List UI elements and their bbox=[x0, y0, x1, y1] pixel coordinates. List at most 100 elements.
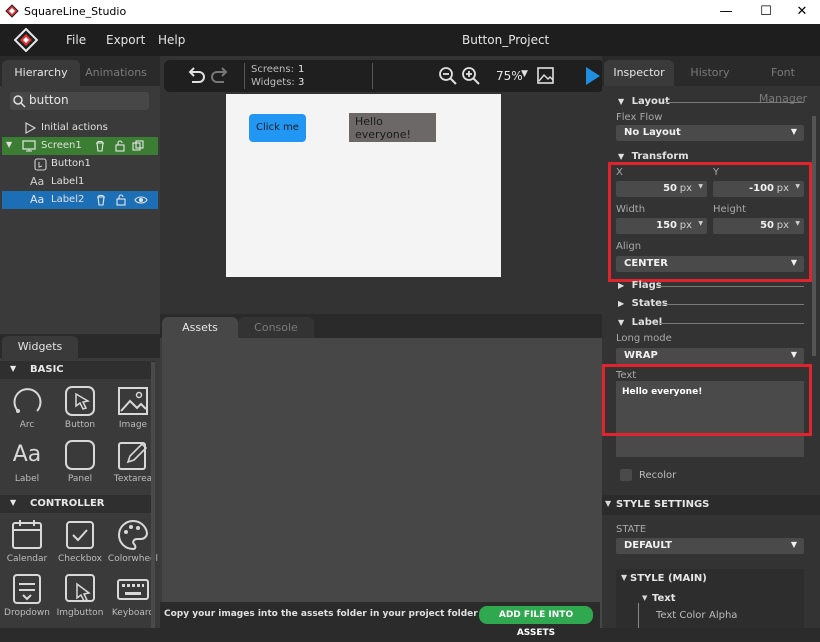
flex-flow-dropdown[interactable]: No Layout ▼ bbox=[616, 125, 804, 141]
background-image-icon[interactable] bbox=[537, 67, 554, 84]
lock-icon[interactable] bbox=[114, 140, 126, 152]
section-transform[interactable]: ▼ Transform bbox=[618, 151, 689, 162]
button-icon bbox=[65, 386, 95, 416]
zoom-out-icon[interactable] bbox=[439, 67, 457, 85]
widget-label: Calendar bbox=[6, 554, 48, 564]
widgets-label: Widgets: bbox=[251, 77, 295, 88]
section-layout[interactable]: ▼ Layout bbox=[618, 96, 804, 107]
delete-icon[interactable] bbox=[95, 194, 107, 206]
zoom-in-icon[interactable] bbox=[462, 67, 480, 85]
widget-dropdown[interactable]: Dropdown bbox=[1, 572, 53, 622]
screens-label: Screens: bbox=[251, 64, 294, 75]
screen-icon bbox=[22, 140, 36, 152]
section-title: Label bbox=[631, 317, 663, 328]
inspector-scrollbar[interactable] bbox=[812, 116, 816, 356]
tab-animations[interactable]: Animations bbox=[80, 60, 152, 86]
widget-panel[interactable]: Panel bbox=[54, 438, 106, 488]
duplicate-icon[interactable] bbox=[132, 140, 144, 152]
widget-calendar[interactable]: Calendar bbox=[1, 518, 53, 568]
section-flags[interactable]: ▶ Flags bbox=[618, 280, 804, 291]
widget-imgbutton[interactable]: Imgbutton bbox=[54, 572, 106, 622]
arc-icon bbox=[13, 388, 42, 413]
tab-history[interactable]: History bbox=[676, 60, 744, 86]
add-file-button[interactable]: ADD FILE INTO ASSETS bbox=[479, 606, 593, 638]
maximize-icon[interactable]: ☐ bbox=[746, 0, 786, 24]
tree-item-button1[interactable]: Button1 bbox=[2, 155, 158, 173]
widget-label: Label bbox=[14, 474, 40, 484]
widget-checkbox[interactable]: Checkbox bbox=[54, 518, 106, 568]
collapse-arrow-icon: ▼ bbox=[10, 498, 17, 507]
section-title: Transform bbox=[631, 151, 689, 162]
style-main-panel: ▼ STYLE (MAIN) ▼ Text Text Color Alpha bbox=[616, 569, 804, 628]
assets-list[interactable] bbox=[162, 338, 602, 628]
tab-assets[interactable]: Assets bbox=[162, 317, 238, 338]
collapse-arrow-icon: ▼ bbox=[618, 152, 625, 161]
highlight-box-text bbox=[602, 364, 812, 436]
eye-icon[interactable] bbox=[134, 194, 148, 206]
section-controller[interactable]: ▼ CONTROLLER bbox=[0, 495, 155, 513]
section-basic[interactable]: ▼ BASIC bbox=[0, 361, 155, 379]
keyboard-icon bbox=[117, 579, 149, 600]
tab-hierarchy[interactable]: Hierarchy bbox=[2, 60, 80, 86]
minimize-icon[interactable]: — bbox=[706, 0, 746, 24]
checkbox-icon bbox=[66, 521, 94, 549]
long-mode-dropdown[interactable]: WRAP ▼ bbox=[616, 348, 804, 364]
style-settings-header[interactable]: ▼ STYLE SETTINGS bbox=[602, 495, 820, 515]
widget-label: Button bbox=[64, 420, 96, 430]
window-title: SquareLine_Studio bbox=[24, 5, 127, 18]
widget-label[interactable]: Aa Label bbox=[1, 438, 53, 488]
expand-arrow-icon: ▶ bbox=[618, 281, 625, 290]
menu-help[interactable]: Help bbox=[158, 33, 185, 47]
play-icon[interactable] bbox=[585, 66, 601, 86]
tree-item-screen1[interactable]: ▼ Screen1 bbox=[2, 137, 158, 155]
menu-file[interactable]: File bbox=[66, 33, 86, 47]
widget-label: Dropdown bbox=[4, 608, 50, 618]
widget-button[interactable]: Button bbox=[54, 384, 106, 434]
inspector-tabs: Inspector History Font Manager bbox=[602, 56, 820, 105]
section-divider bbox=[664, 102, 804, 103]
delete-icon[interactable] bbox=[94, 140, 106, 152]
recolor-checkbox[interactable] bbox=[620, 469, 632, 481]
expand-arrow-icon[interactable]: ▼ bbox=[6, 140, 12, 149]
style-main-title: STYLE (MAIN) bbox=[630, 573, 707, 584]
search-icon bbox=[13, 95, 26, 108]
text-section-title: Text bbox=[652, 593, 676, 604]
toolbar-divider bbox=[372, 63, 373, 89]
squareline-logo-icon[interactable] bbox=[14, 28, 38, 52]
dropdown-icon bbox=[13, 574, 41, 604]
tab-console[interactable]: Console bbox=[238, 317, 314, 338]
state-dropdown[interactable]: DEFAULT ▼ bbox=[616, 538, 804, 554]
tab-widgets[interactable]: Widgets bbox=[2, 336, 78, 358]
button-widget-icon bbox=[34, 158, 47, 171]
assets-tabs: Assets Console bbox=[160, 314, 602, 338]
dropdown-value: WRAP bbox=[624, 350, 658, 361]
menu-export[interactable]: Export bbox=[106, 33, 145, 47]
lock-icon[interactable] bbox=[115, 194, 127, 206]
toolbar: Screens: 1 Widgets: 3 75% ▼ bbox=[164, 60, 604, 92]
zoom-dropdown-icon[interactable]: ▼ bbox=[521, 69, 528, 79]
section-states[interactable]: ▶ States bbox=[618, 298, 804, 309]
imgbutton-icon bbox=[65, 574, 95, 602]
redo-icon[interactable] bbox=[210, 67, 230, 85]
canvas-label2[interactable]: Hello everyone! bbox=[349, 113, 436, 142]
tree-item-label2[interactable]: Aa Label2 bbox=[2, 191, 158, 209]
chevron-down-icon: ▼ bbox=[790, 540, 797, 549]
assets-footer: Copy your images into the assets folder … bbox=[160, 602, 600, 638]
tab-font-manager[interactable]: Font Manager bbox=[746, 60, 820, 105]
undo-icon[interactable] bbox=[186, 67, 206, 85]
tree-item-initial-actions[interactable]: Initial actions bbox=[2, 119, 158, 137]
widget-arc[interactable]: Arc bbox=[1, 384, 53, 434]
zoom-level[interactable]: 75% bbox=[496, 69, 523, 83]
close-icon[interactable]: ✕ bbox=[782, 0, 820, 24]
widgets-scrollbar[interactable] bbox=[151, 362, 155, 628]
section-divider bbox=[660, 323, 804, 324]
section-divider bbox=[664, 304, 804, 305]
tree-item-label: Label1 bbox=[51, 176, 85, 187]
section-label[interactable]: ▼ Label bbox=[618, 317, 804, 328]
canvas-button1[interactable]: Click me bbox=[249, 114, 306, 142]
hierarchy-panel: Hierarchy Animations button Initial acti… bbox=[0, 56, 160, 628]
tab-inspector[interactable]: Inspector bbox=[604, 60, 674, 86]
tree-item-label1[interactable]: Aa Label1 bbox=[2, 173, 158, 191]
collapse-arrow-icon: ▼ bbox=[621, 573, 628, 582]
hierarchy-search-input[interactable]: button bbox=[10, 92, 149, 110]
